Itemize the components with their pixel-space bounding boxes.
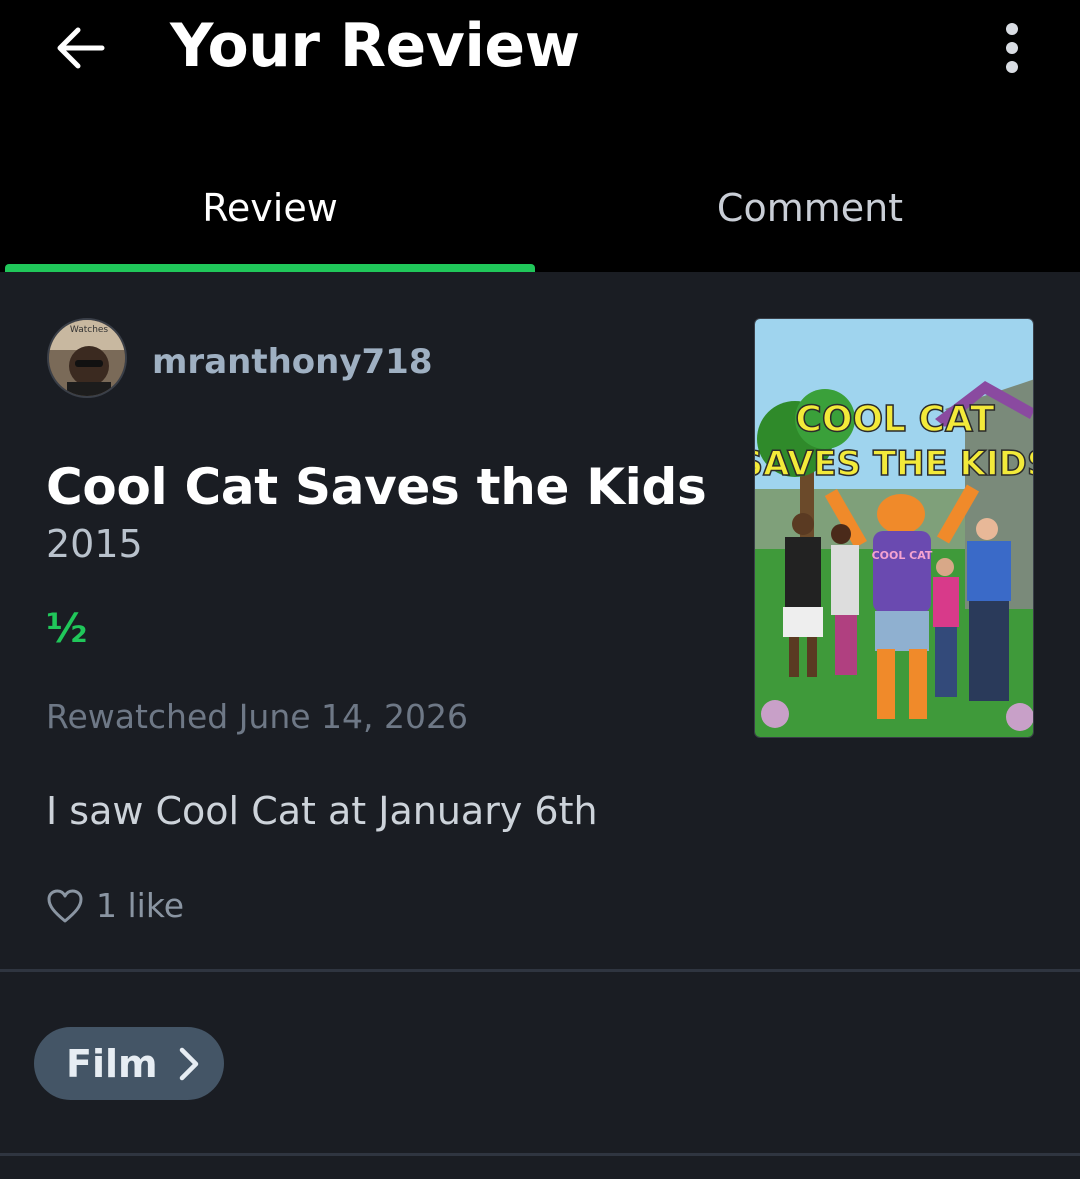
review-text: I saw Cool Cat at January 6th <box>46 789 598 833</box>
page-title: Your Review <box>170 11 580 81</box>
more-vertical-icon <box>1006 23 1018 35</box>
svg-text:SAVES THE KIDS: SAVES THE KIDS <box>755 444 1034 484</box>
svg-text:COOL CAT: COOL CAT <box>872 549 933 562</box>
film-poster[interactable]: COOL CAT SAVES THE KIDS COOL CAT <box>754 318 1034 738</box>
svg-text:COOL CAT: COOL CAT <box>795 399 995 440</box>
more-options-button[interactable] <box>992 18 1032 78</box>
username[interactable]: mranthony718 <box>152 340 433 384</box>
heart-icon <box>47 889 83 923</box>
tab-review[interactable]: Review <box>0 180 540 240</box>
film-year: 2015 <box>46 522 143 566</box>
film-link-label: Film <box>66 1041 158 1086</box>
film-link-button[interactable]: Film <box>34 1027 224 1100</box>
arrow-left-icon <box>57 27 105 69</box>
tab-comment[interactable]: Comment <box>540 180 1080 240</box>
film-title[interactable]: Cool Cat Saves the Kids <box>46 456 707 518</box>
chevron-right-icon <box>179 1047 198 1080</box>
back-button[interactable] <box>50 18 110 78</box>
divider <box>0 1153 1080 1156</box>
like-count: 1 like <box>96 886 185 925</box>
divider <box>0 969 1080 972</box>
top-bar: Your Review Review Comment <box>0 0 1080 272</box>
active-tab-indicator <box>5 264 535 272</box>
star-rating: ½ <box>46 606 88 652</box>
avatar[interactable]: Watches <box>47 318 127 398</box>
like-button[interactable]: 1 like <box>46 884 184 928</box>
watched-date: Rewatched June 14, 2026 <box>46 697 469 736</box>
svg-text:Watches: Watches <box>70 325 109 335</box>
